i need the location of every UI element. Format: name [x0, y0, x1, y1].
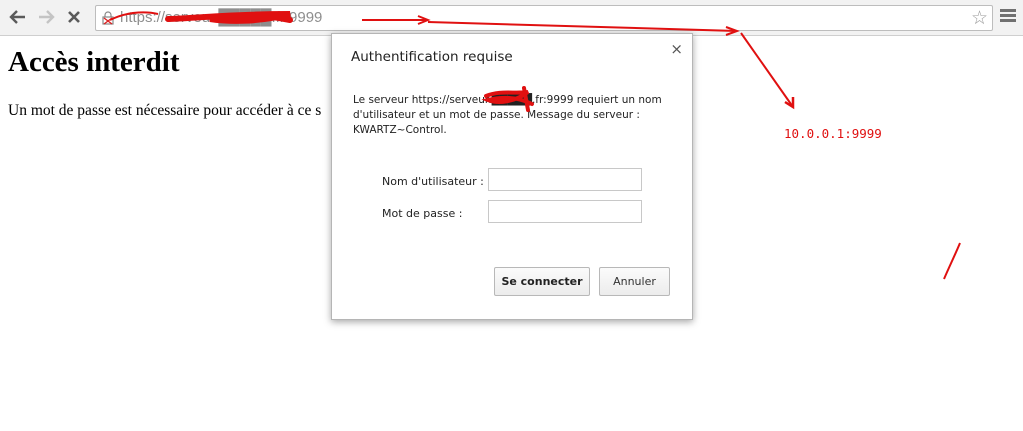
annotation-label: 10.0.0.1:9999 [784, 126, 882, 141]
arrow-left-icon [9, 10, 25, 24]
stray-mark [943, 242, 961, 280]
annotation-arrow [740, 32, 794, 108]
cancel-button[interactable]: Annuler [599, 267, 670, 296]
close-icon[interactable]: × [670, 40, 683, 58]
auth-dialog: Authentification requise × Le serveur ht… [331, 33, 693, 320]
hamburger-menu-icon[interactable] [1000, 9, 1016, 25]
url-text: https://serveur.█████.fr:9999 [120, 9, 322, 26]
stop-button[interactable] [63, 6, 85, 28]
username-label: Nom d'utilisateur : [382, 175, 484, 188]
annotation-arrow-head [784, 97, 795, 110]
password-label: Mot de passe : [382, 207, 463, 220]
dialog-title: Authentification requise [351, 49, 513, 65]
back-button[interactable] [7, 6, 29, 28]
url-host: serveur.█████.fr:9999 [165, 9, 323, 26]
connect-button[interactable]: Se connecter [494, 267, 590, 296]
password-field[interactable] [488, 200, 642, 223]
close-icon [68, 11, 80, 23]
star-icon[interactable]: ☆ [971, 7, 988, 29]
page-title: Accès interdit [8, 46, 180, 78]
username-field[interactable] [488, 168, 642, 191]
dialog-message: Le serveur https://serveur.█████.fr:9999… [353, 94, 662, 136]
address-bar[interactable]: https://serveur.█████.fr:9999 ☆ [95, 5, 993, 31]
page-message: Un mot de passe est nécessaire pour accé… [8, 102, 322, 119]
lock-broken-icon [102, 11, 114, 25]
url-scheme: https:// [120, 9, 166, 26]
forward-button[interactable] [35, 6, 57, 28]
arrow-right-icon [39, 10, 55, 24]
browser-toolbar: https://serveur.█████.fr:9999 ☆ [0, 0, 1023, 36]
